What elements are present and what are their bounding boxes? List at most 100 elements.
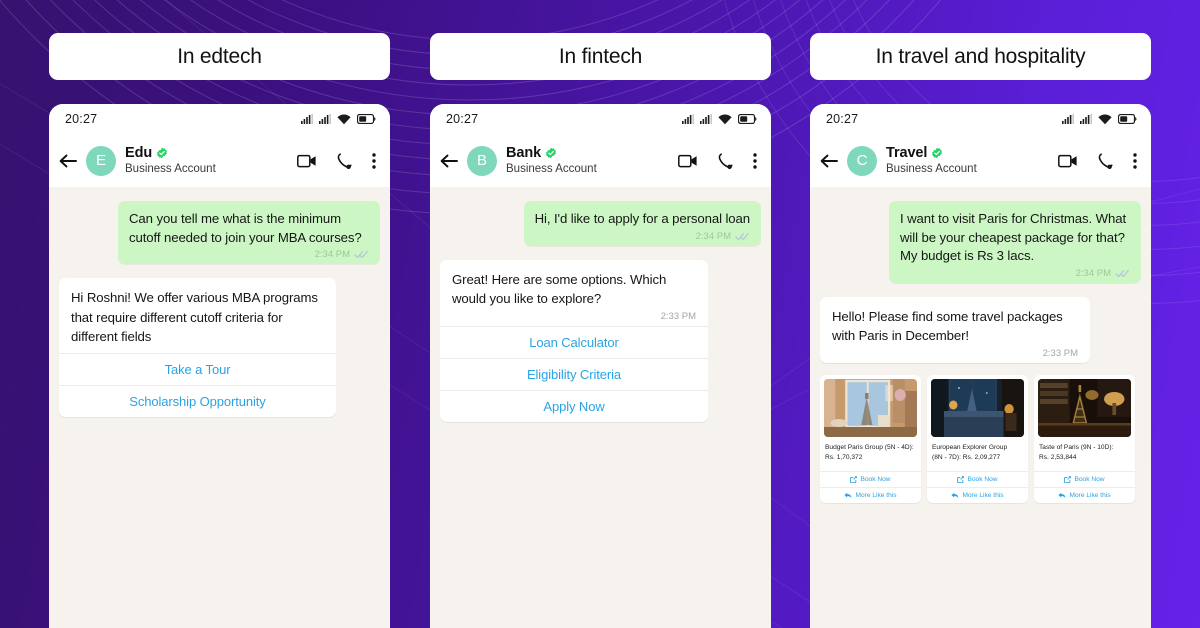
avatar-letter: B — [476, 152, 487, 169]
signal-icon — [682, 114, 694, 124]
panel-title-edtech: In edtech — [177, 44, 262, 68]
status-clock: 20:27 — [826, 112, 859, 126]
product-more-like-this-button[interactable]: More Like this — [820, 487, 921, 503]
header-actions — [297, 152, 378, 169]
product-image-paris-hotel-room — [824, 379, 917, 438]
overflow-menu-icon[interactable] — [1133, 152, 1137, 169]
chat-header: C Travel Business Account — [810, 134, 1151, 187]
video-call-icon[interactable] — [1058, 154, 1078, 168]
message-bubble-outgoing: Can you tell me what is the minimum cuto… — [118, 201, 380, 265]
avatar[interactable]: C — [847, 145, 877, 176]
product-card[interactable]: Taste of Paris (9N - 10D): Rs. 2,53,844 … — [1034, 375, 1135, 504]
video-call-icon[interactable] — [297, 154, 317, 168]
chat-body: Can you tell me what is the minimum cuto… — [49, 187, 390, 628]
avatar[interactable]: B — [467, 145, 497, 176]
product-caption: Budget Paris Group (5N - 4D): Rs. 1,70,3… — [820, 437, 921, 471]
external-link-icon — [850, 476, 858, 484]
reply-arrow-icon — [1058, 493, 1066, 499]
panel-title-card-travel: In travel and hospitality — [810, 33, 1151, 80]
avatar[interactable]: E — [86, 145, 116, 176]
message-card-body: Great! Here are some options. Which woul… — [440, 260, 708, 326]
panel-title-travel: In travel and hospitality — [875, 44, 1086, 68]
message-bubble-outgoing: Hi, I'd like to apply for a personal loa… — [523, 201, 761, 246]
product-book-now-label: Book Now — [860, 476, 891, 484]
message-meta: 2:34 PM — [900, 268, 1130, 279]
quick-reply-button[interactable]: Apply Now — [440, 390, 708, 422]
avatar-letter: C — [856, 152, 868, 169]
status-clock: 20:27 — [65, 112, 98, 126]
back-button[interactable] — [59, 154, 77, 168]
status-icon-group — [1062, 114, 1137, 125]
product-price: (8N - 7D): Rs. 2,09,277 — [932, 453, 1001, 461]
signal-icon — [319, 114, 331, 124]
message-card-incoming: Great! Here are some options. Which woul… — [440, 259, 708, 423]
verified-badge-icon — [157, 147, 167, 159]
product-book-now-button[interactable]: Book Now — [927, 471, 1028, 487]
message-meta: 2:34 PM — [129, 249, 369, 260]
product-more-like-this-label: More Like this — [1069, 492, 1111, 500]
status-clock: 20:27 — [446, 112, 479, 126]
signal-icon — [1080, 114, 1092, 124]
overflow-menu-icon[interactable] — [372, 152, 376, 169]
panel-edtech: In edtech 20:27 E Edu Business Account C… — [49, 0, 390, 628]
message-card-incoming: Hi Roshni! We offer various MBA programs… — [59, 278, 336, 417]
message-meta: 2:34 PM — [535, 231, 750, 242]
reply-arrow-icon — [951, 493, 959, 499]
status-icon-group — [301, 114, 376, 125]
product-book-now-label: Book Now — [1074, 476, 1105, 484]
contact-info[interactable]: Travel Business Account — [886, 145, 1049, 176]
wifi-icon — [718, 114, 732, 124]
chat-body: Hi, I'd like to apply for a personal loa… — [430, 187, 771, 628]
product-more-like-this-label: More Like this — [855, 492, 897, 500]
message-text: Hi Roshni! We offer various MBA programs… — [71, 290, 318, 344]
verified-badge-icon — [932, 147, 943, 159]
phone-call-icon[interactable] — [1098, 152, 1113, 169]
message-row-incoming: Great! Here are some options. Which woul… — [440, 259, 761, 423]
contact-name: Bank — [506, 145, 542, 162]
reply-arrow-icon — [844, 493, 852, 499]
video-call-icon[interactable] — [678, 154, 698, 168]
product-image-night-bedroom — [931, 379, 1024, 438]
battery-icon — [1118, 114, 1137, 124]
product-more-like-this-button[interactable]: More Like this — [927, 487, 1028, 503]
read-receipt-ticks-icon — [1115, 270, 1129, 278]
signal-icon — [1062, 114, 1074, 124]
quick-reply-button[interactable]: Take a Tour — [59, 352, 336, 385]
quick-reply-button[interactable]: Loan Calculator — [440, 326, 708, 358]
contact-info[interactable]: Edu Business Account — [125, 145, 288, 176]
message-row-outgoing: Hi, I'd like to apply for a personal loa… — [440, 201, 761, 246]
message-time: 2:34 PM — [1075, 268, 1111, 280]
message-card-incoming: Hello! Please find some travel packages … — [820, 297, 1090, 364]
message-row-incoming: Hi Roshni! We offer various MBA programs… — [59, 278, 380, 417]
signal-icon — [700, 114, 712, 124]
quick-reply-button[interactable]: Scholarship Opportunity — [59, 384, 336, 417]
header-actions — [678, 152, 759, 169]
product-title: European Explorer Group — [932, 444, 1008, 452]
contact-subtitle: Business Account — [886, 162, 977, 175]
battery-icon — [357, 114, 376, 124]
product-book-now-label: Book Now — [967, 476, 998, 484]
status-icon-group — [682, 114, 757, 125]
product-card-carousel: Budget Paris Group (5N - 4D): Rs. 1,70,3… — [820, 375, 1141, 504]
back-button[interactable] — [440, 154, 458, 168]
panel-title-card-edtech: In edtech — [49, 33, 390, 80]
read-receipt-ticks-icon — [354, 251, 368, 259]
back-button[interactable] — [820, 154, 838, 168]
phone-call-icon[interactable] — [718, 152, 733, 169]
eiffel-tower-figurine-lamp-illustration — [1038, 379, 1131, 438]
product-more-like-this-button[interactable]: More Like this — [1034, 487, 1135, 503]
message-text: Hi, I'd like to apply for a personal loa… — [534, 211, 751, 226]
read-receipt-ticks-icon — [735, 232, 749, 240]
phone-mockup-travel: 20:27 C Travel Business Account I want t… — [810, 104, 1151, 628]
quick-reply-button[interactable]: Eligibility Criteria — [440, 358, 708, 390]
overflow-menu-icon[interactable] — [753, 152, 757, 169]
product-book-now-button[interactable]: Book Now — [1034, 471, 1135, 487]
status-bar: 20:27 — [430, 104, 771, 134]
message-row-outgoing: Can you tell me what is the minimum cuto… — [59, 201, 380, 265]
phone-mockup-fintech: 20:27 B Bank Business Account Hi, I'd li… — [430, 104, 771, 628]
product-book-now-button[interactable]: Book Now — [820, 471, 921, 487]
contact-info[interactable]: Bank Business Account — [506, 145, 669, 176]
product-card[interactable]: Budget Paris Group (5N - 4D): Rs. 1,70,3… — [820, 375, 921, 504]
phone-call-icon[interactable] — [337, 152, 352, 169]
product-card[interactable]: European Explorer Group (8N - 7D): Rs. 2… — [927, 375, 1028, 504]
